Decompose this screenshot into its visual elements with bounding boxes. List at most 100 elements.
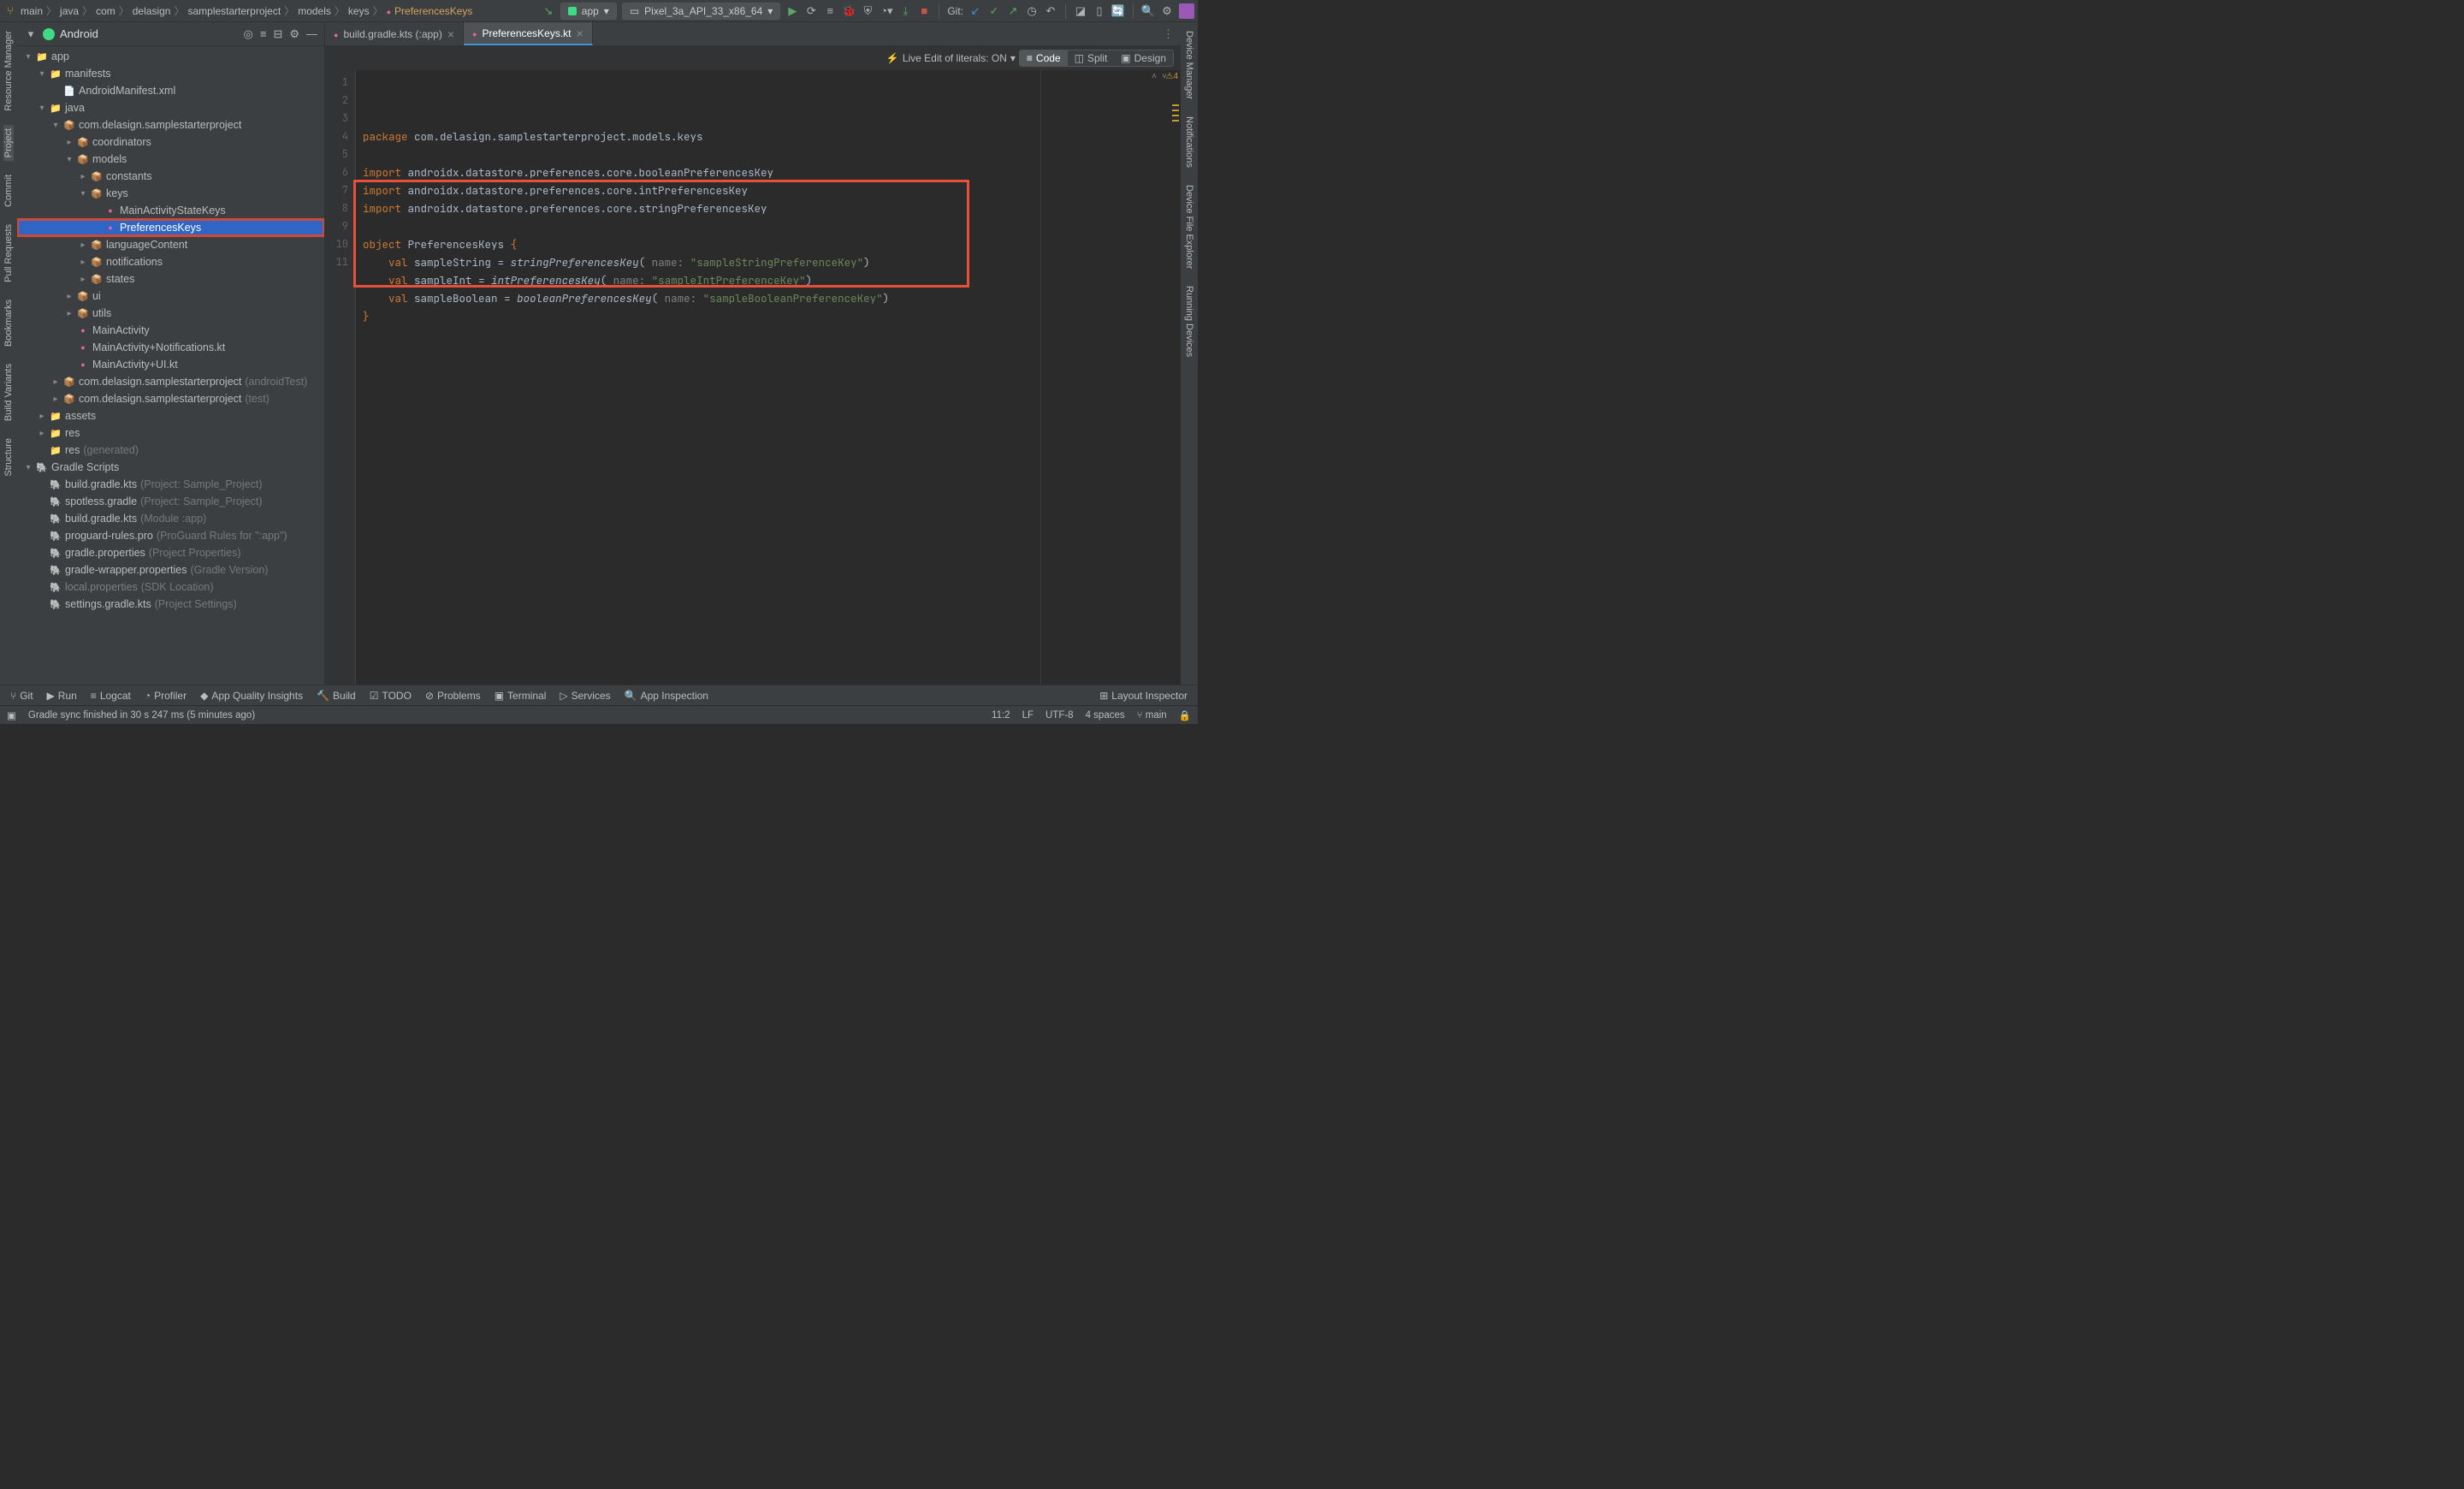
rail-notifications[interactable]: Notifications bbox=[1184, 113, 1194, 171]
vcs-branch-icon[interactable]: ⑂ bbox=[3, 4, 17, 18]
apply-code-icon[interactable]: ≡ bbox=[823, 4, 837, 18]
tree-arrow-icon[interactable]: ▸ bbox=[65, 309, 74, 318]
tool-run[interactable]: ▶Run bbox=[42, 690, 82, 702]
tree-row[interactable]: ▾📁manifests bbox=[17, 65, 324, 82]
view-design-button[interactable]: ▣Design bbox=[1114, 50, 1173, 66]
collapse-icon[interactable]: ⊟ bbox=[273, 27, 282, 41]
tree-row[interactable]: MainActivity+UI.kt bbox=[17, 356, 324, 373]
search-icon[interactable]: 🔍 bbox=[1141, 4, 1155, 18]
sync-icon[interactable]: 🔄 bbox=[1111, 4, 1125, 18]
breadcrumb-branch[interactable]: main bbox=[19, 5, 44, 17]
tree-arrow-icon[interactable]: ▾ bbox=[38, 104, 46, 113]
cursor-position[interactable]: 11:2 bbox=[992, 710, 1010, 721]
tree-row[interactable]: 🐘settings.gradle.kts (Project Settings) bbox=[17, 596, 324, 613]
rail-commit[interactable]: Commit bbox=[3, 171, 14, 211]
tree-row[interactable]: ▸📦languageContent bbox=[17, 236, 324, 253]
tree-arrow-icon[interactable]: ▾ bbox=[24, 463, 33, 472]
rail-build-variants[interactable]: Build Variants bbox=[3, 360, 14, 424]
line-separator[interactable]: LF bbox=[1022, 710, 1034, 721]
tool-git[interactable]: ⑂Git bbox=[5, 690, 38, 702]
tree-row[interactable]: MainActivityStateKeys bbox=[17, 202, 324, 219]
tree-arrow-icon[interactable]: ▸ bbox=[65, 138, 74, 147]
attach-icon[interactable]: ⤓ bbox=[898, 4, 912, 18]
breadcrumb-item[interactable]: models bbox=[296, 5, 333, 17]
tool-problems[interactable]: ⊘Problems bbox=[420, 690, 486, 702]
tree-arrow-icon[interactable]: ▸ bbox=[51, 394, 60, 404]
avatar-icon[interactable] bbox=[1179, 3, 1194, 19]
device-icon[interactable]: ▯ bbox=[1093, 4, 1106, 18]
tree-row[interactable]: ▸📦constants bbox=[17, 168, 324, 185]
tool-window-icon[interactable]: ▣ bbox=[7, 709, 16, 721]
git-branch[interactable]: ⑂ main bbox=[1137, 710, 1167, 721]
rail-device-manager[interactable]: Device Manager bbox=[1184, 27, 1194, 103]
tree-arrow-icon[interactable]: ▾ bbox=[38, 69, 46, 79]
tree-arrow-icon[interactable]: ▸ bbox=[38, 412, 46, 421]
rail-structure[interactable]: Structure bbox=[3, 435, 14, 480]
tree-row[interactable]: ▸📁res bbox=[17, 424, 324, 442]
stop-icon[interactable]: ■ bbox=[917, 4, 931, 18]
tool-todo[interactable]: ☑TODO bbox=[364, 690, 417, 702]
run-icon[interactable]: ▶ bbox=[785, 4, 799, 18]
settings-icon[interactable]: ⚙ bbox=[1160, 4, 1174, 18]
tree-row[interactable]: ▾📁app bbox=[17, 48, 324, 65]
project-tree[interactable]: ▾📁app▾📁manifests📄AndroidManifest.xml▾📁ja… bbox=[17, 46, 324, 685]
editor-tab[interactable]: build.gradle.kts (:app) × bbox=[325, 22, 464, 45]
debug-icon[interactable]: 🐞 bbox=[842, 4, 856, 18]
tree-row[interactable]: MainActivity+Notifications.kt bbox=[17, 339, 324, 356]
tree-row[interactable]: MainActivity bbox=[17, 322, 324, 339]
history-icon[interactable]: ◷ bbox=[1025, 4, 1039, 18]
editor-tab[interactable]: PreferencesKeys.kt × bbox=[464, 22, 593, 45]
tree-row[interactable]: 🐘build.gradle.kts (Module :app) bbox=[17, 510, 324, 527]
run-config-selector[interactable]: app ▾ bbox=[560, 3, 617, 20]
tree-arrow-icon[interactable]: ▾ bbox=[79, 189, 87, 199]
scrollbar-minimap[interactable]: ⚠4 ˄ ˅ bbox=[1164, 70, 1181, 685]
tree-row[interactable]: ▸📦com.delasign.samplestarterproject (tes… bbox=[17, 390, 324, 407]
tree-arrow-icon[interactable]: ▸ bbox=[79, 258, 87, 267]
tree-row[interactable]: ▾🐘Gradle Scripts bbox=[17, 459, 324, 476]
close-icon[interactable]: × bbox=[447, 27, 454, 41]
tree-row[interactable]: 🐘spotless.gradle (Project: Sample_Projec… bbox=[17, 493, 324, 510]
breadcrumb-item[interactable]: delasign bbox=[131, 5, 173, 17]
tree-row[interactable]: 🐘build.gradle.kts (Project: Sample_Proje… bbox=[17, 476, 324, 493]
git-push-icon[interactable]: ↗ bbox=[1006, 4, 1020, 18]
tree-row[interactable]: ▸📦utils bbox=[17, 305, 324, 322]
target-icon[interactable]: ◎ bbox=[244, 27, 253, 41]
tree-arrow-icon[interactable]: ▸ bbox=[79, 240, 87, 250]
tree-arrow-icon[interactable]: ▸ bbox=[38, 429, 46, 438]
file-encoding[interactable]: UTF-8 bbox=[1045, 710, 1074, 721]
rail-project[interactable]: Project bbox=[3, 125, 14, 161]
tree-row[interactable]: 📁res (generated) bbox=[17, 442, 324, 459]
chevron-down-icon[interactable]: ▾ bbox=[24, 27, 38, 41]
code-content[interactable]: package com.delasign.samplestarterprojec… bbox=[356, 70, 1164, 685]
tree-row[interactable]: ▸📦ui bbox=[17, 288, 324, 305]
device-selector[interactable]: ▭ Pixel_3a_API_33_x86_64 ▾ bbox=[622, 3, 781, 20]
rail-bookmarks[interactable]: Bookmarks bbox=[3, 296, 14, 350]
breadcrumb-item[interactable]: keys bbox=[346, 5, 371, 17]
tool-terminal[interactable]: ▣Terminal bbox=[489, 690, 552, 702]
breadcrumb-item[interactable]: com bbox=[94, 5, 117, 17]
tool-logcat[interactable]: ≡Logcat bbox=[86, 690, 136, 702]
tree-arrow-icon[interactable]: ▸ bbox=[79, 275, 87, 284]
hammer-icon[interactable]: ↘ bbox=[542, 4, 555, 18]
sidebar-title[interactable]: Android bbox=[60, 27, 98, 40]
breadcrumb-file[interactable]: PreferencesKeys bbox=[385, 5, 475, 17]
tool-services[interactable]: ▷Services bbox=[554, 690, 615, 702]
rail-running-devices[interactable]: Running Devices bbox=[1184, 282, 1194, 360]
rail-device-file-explorer[interactable]: Device File Explorer bbox=[1184, 181, 1194, 272]
tool-app-quality[interactable]: ◆App Quality Insights bbox=[195, 690, 308, 702]
tree-row[interactable]: ▸📦coordinators bbox=[17, 133, 324, 151]
git-commit-icon[interactable]: ✓ bbox=[987, 4, 1001, 18]
tree-arrow-icon[interactable]: ▸ bbox=[79, 172, 87, 181]
undo-icon[interactable]: ↶ bbox=[1044, 4, 1057, 18]
tree-arrow-icon[interactable]: ▾ bbox=[65, 155, 74, 164]
tree-row[interactable]: ▸📦notifications bbox=[17, 253, 324, 270]
tool-layout-inspector[interactable]: ⊞Layout Inspector bbox=[1094, 690, 1193, 702]
tool-profiler[interactable]: ◔Profiler bbox=[139, 690, 192, 702]
sort-icon[interactable]: ≡ bbox=[260, 27, 267, 41]
tree-row[interactable]: ▸📁assets bbox=[17, 407, 324, 424]
git-pull-icon[interactable]: ↙ bbox=[968, 4, 982, 18]
tree-arrow-icon[interactable]: ▸ bbox=[51, 377, 60, 387]
code-editor[interactable]: 1234567891011 package com.delasign.sampl… bbox=[325, 70, 1181, 685]
tool-build[interactable]: 🔨Build bbox=[311, 690, 361, 702]
breadcrumb-item[interactable]: java bbox=[58, 5, 80, 17]
